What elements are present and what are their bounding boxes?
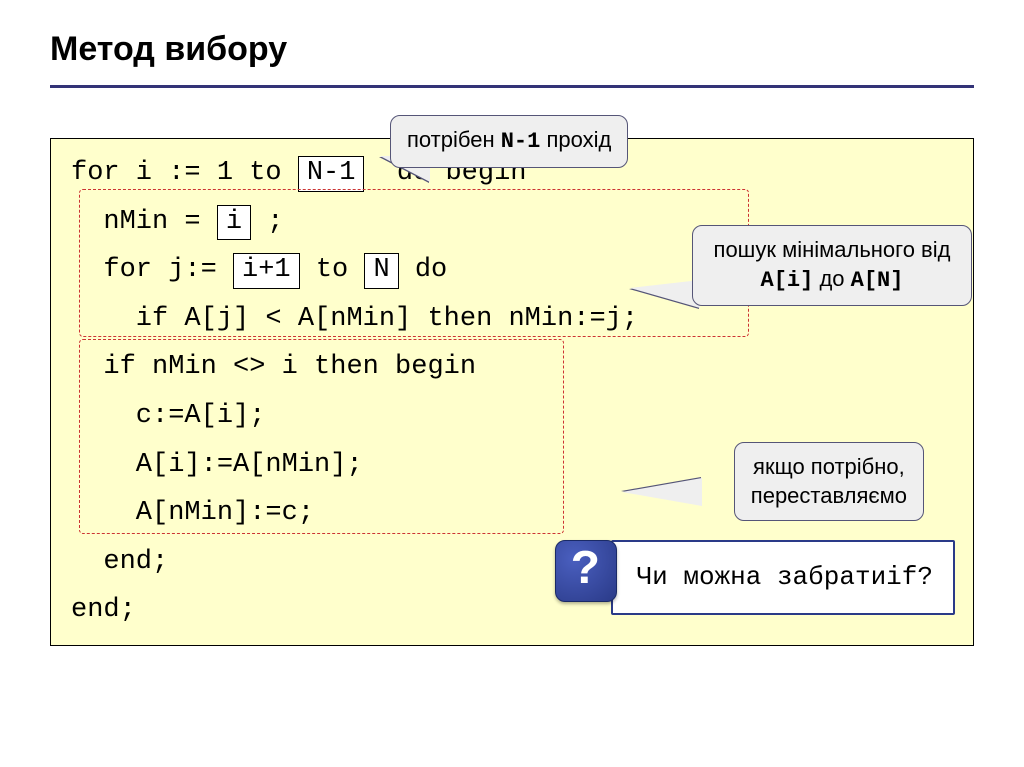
question-icon: ?	[555, 540, 617, 602]
callout-swap-pointer	[622, 478, 702, 506]
question-mono: if	[886, 554, 917, 601]
hl-iplus1: i+1	[233, 253, 300, 289]
code-line-6: c:=A[i];	[71, 392, 953, 441]
callout-top-mono: N-1	[501, 129, 541, 154]
hl-nminus1: N-1	[298, 156, 365, 192]
hl-n: N	[364, 253, 398, 289]
callout-top-pre: потрібен	[407, 127, 501, 152]
callout-swap: якщо потрібно, переставляємо	[734, 442, 924, 521]
code-box: for i := 1 to N-1 do begin nMin = i ; fo…	[50, 138, 974, 646]
code-line-5: if nMin <> i then begin	[71, 343, 953, 392]
callout-swap-l1: якщо потрібно,	[751, 453, 907, 482]
question-post: ?	[917, 554, 933, 601]
slide: Метод вибору потрібен N-1 прохід for i :…	[0, 0, 1024, 767]
callout-top-post: прохід	[540, 127, 611, 152]
question-box: Чи можна забрати if ?	[611, 540, 955, 615]
hl-i: i	[217, 205, 251, 241]
callout-search-l2: A[i] до A[N]	[709, 265, 955, 296]
page-title: Метод вибору	[50, 30, 974, 77]
callout-top: потрібен N-1 прохід	[390, 115, 628, 168]
callout-swap-l2: переставляємо	[751, 482, 907, 511]
callout-search-l1: пошук мінімального від	[709, 236, 955, 265]
callout-search: пошук мінімального від A[i] до A[N]	[692, 225, 972, 306]
question-bar: ? Чи можна забрати if ?	[555, 540, 955, 615]
question-pre: Чи можна забрати	[637, 554, 887, 601]
callout-search-pointer	[630, 280, 700, 308]
title-rule	[50, 85, 974, 88]
